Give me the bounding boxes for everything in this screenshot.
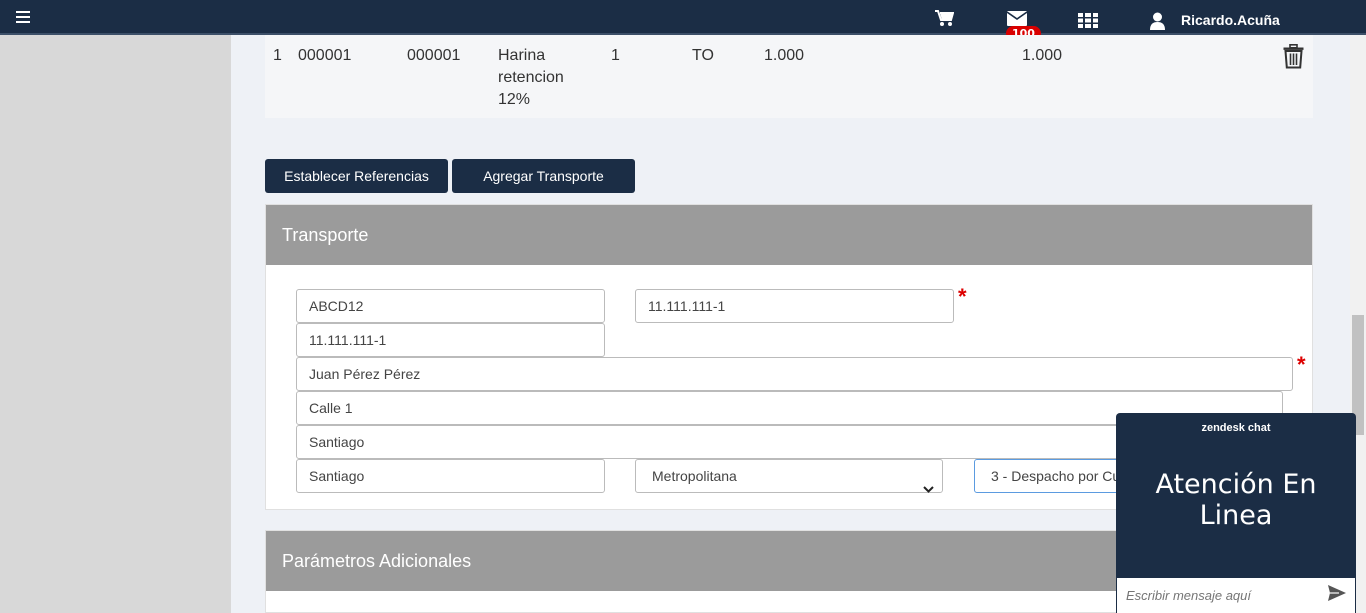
required-marker-2: * bbox=[1297, 352, 1306, 377]
product-description: Harina retencion 12% bbox=[498, 47, 564, 108]
establish-references-button[interactable]: Establecer Referencias bbox=[265, 159, 448, 193]
cart-icon[interactable] bbox=[935, 10, 955, 32]
product-unit: TO bbox=[692, 47, 714, 64]
row-index: 1 bbox=[273, 47, 282, 64]
region-select[interactable]: Metropolitana bbox=[635, 459, 943, 493]
chat-title: Atención En Linea bbox=[1155, 469, 1317, 531]
license-plate-field[interactable]: ABCD12 bbox=[296, 289, 605, 323]
product-code-2: 000001 bbox=[407, 47, 461, 64]
product-code: 000001 bbox=[298, 47, 352, 64]
region-select-value: Metropolitana bbox=[652, 468, 737, 484]
product-total: 1.000 bbox=[1022, 47, 1063, 64]
product-table-row: 1 000001 000001 Harina retencion 12% 1 T… bbox=[265, 35, 1313, 118]
grid-icon[interactable] bbox=[1078, 13, 1098, 33]
username[interactable]: Ricardo.Acuña bbox=[1181, 12, 1280, 28]
driver-name-field[interactable]: Juan Pérez Pérez bbox=[296, 357, 1293, 391]
chevron-down-icon bbox=[923, 472, 934, 504]
sidebar bbox=[0, 35, 231, 613]
transport-panel-title: Transporte bbox=[266, 205, 1312, 265]
product-price: 1.000 bbox=[764, 47, 805, 64]
chat-widget[interactable]: zendesk chat Atención En Linea bbox=[1116, 413, 1356, 613]
required-marker: * bbox=[958, 284, 967, 309]
top-navbar: 100 Ricardo.Acuña bbox=[0, 0, 1366, 41]
add-transport-button[interactable]: Agregar Transporte bbox=[452, 159, 635, 193]
user-icon[interactable] bbox=[1150, 12, 1165, 35]
hamburger-menu-icon[interactable] bbox=[16, 11, 30, 23]
chat-message-input[interactable] bbox=[1117, 578, 1355, 613]
send-icon[interactable] bbox=[1328, 585, 1346, 606]
product-quantity: 1 bbox=[611, 47, 620, 64]
carrier-rut-field[interactable]: 11.111.111-1 bbox=[635, 289, 954, 323]
chat-brand: zendesk chat bbox=[1201, 422, 1271, 434]
trash-icon[interactable] bbox=[1283, 44, 1304, 74]
city-field[interactable]: Santiago bbox=[296, 459, 605, 493]
driver-rut-field[interactable]: 11.111.111-1 bbox=[296, 323, 605, 357]
